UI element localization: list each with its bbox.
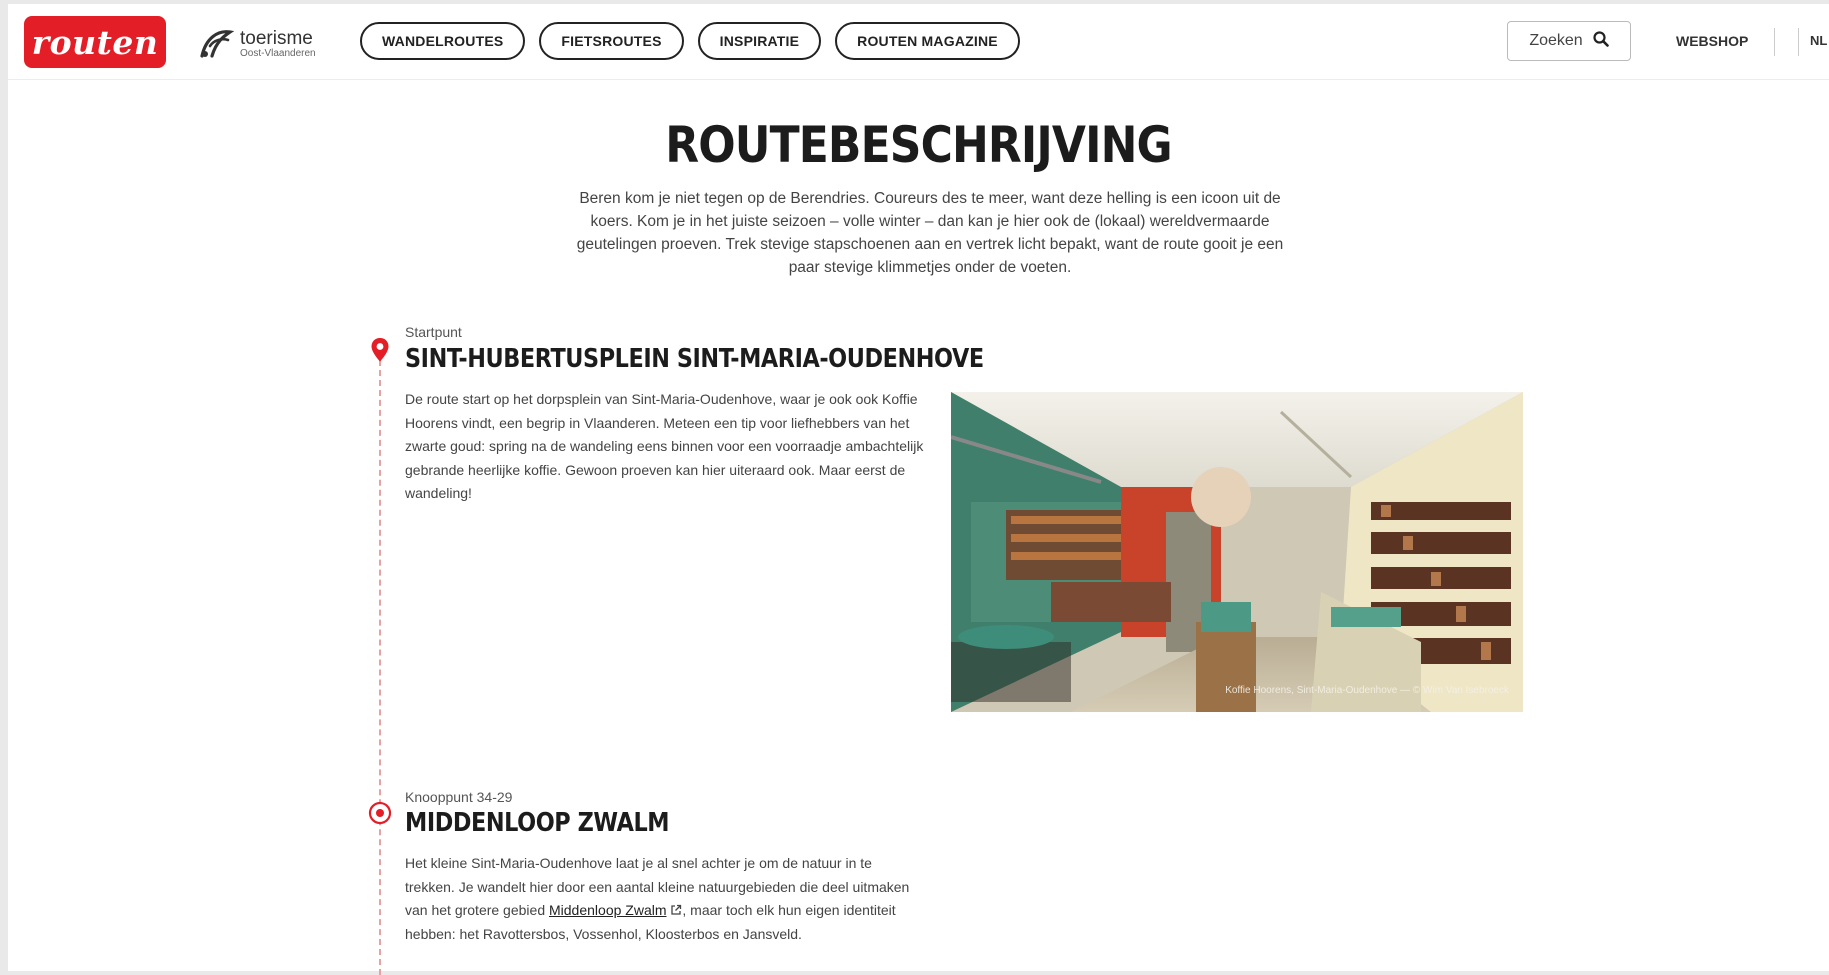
routen-logo[interactable]: routen [24,16,166,68]
target-icon [368,801,392,825]
page-title: ROUTEBESCHRIJVING [665,116,1172,174]
partner-name: toerisme [240,28,313,49]
search-icon [1593,30,1609,52]
route-intro: Beren kom je niet tegen op de Berendries… [576,190,1284,276]
divider [1798,28,1799,56]
stop-label: Knooppunt 34-29 [405,789,513,805]
photo-caption: Koffie Hoorens, Sint-Maria-Oudenhove — ©… [1225,685,1509,696]
toerisme-logo[interactable]: toerisme Oost-Vlaanderen [196,24,316,64]
nav-wandelroutes[interactable]: WANDELROUTES [360,22,526,60]
webshop-link[interactable]: WEBSHOP [1676,33,1748,49]
route-timeline [379,360,381,975]
nav-inspiratie[interactable]: INSPIRATIE [697,22,822,60]
stop-description: De route start op het dorpsplein van Sin… [405,391,924,501]
stop-title: MIDDENLOOP ZWALM [405,808,670,838]
stop-title: SINT-HUBERTUSPLEIN SINT-MARIA-OUDENHOVE [405,344,984,374]
page: routen toerisme Oost-Vlaanderen WANDELRO… [8,4,1829,975]
toerisme-mark-icon [196,26,236,62]
nav-fietsroutes[interactable]: FIETSROUTES [539,22,684,60]
search-label: Zoeken [1529,32,1583,49]
map-pin-icon [370,337,390,363]
partner-subtitle: Oost-Vlaanderen [240,48,316,59]
search-button[interactable]: Zoeken [1507,21,1631,61]
main-nav: WANDELROUTES FIETSROUTES INSPIRATIE ROUT… [360,22,1020,60]
middenloop-zwalm-link[interactable]: Middenloop Zwalm [549,902,667,918]
stop-photo[interactable]: Koffie Hoorens, Sint-Maria-Oudenhove — ©… [951,392,1523,712]
stop-description: Het kleine Sint-Maria-Oudenhove laat je … [405,852,925,946]
language-switch[interactable]: NL [1810,33,1829,48]
nav-routen-magazine[interactable]: ROUTEN MAGAZINE [835,22,1020,60]
site-header: routen toerisme Oost-Vlaanderen WANDELRO… [8,4,1829,80]
stop-label: Startpunt [405,324,462,340]
external-link-icon [670,900,682,915]
divider [1774,28,1775,56]
